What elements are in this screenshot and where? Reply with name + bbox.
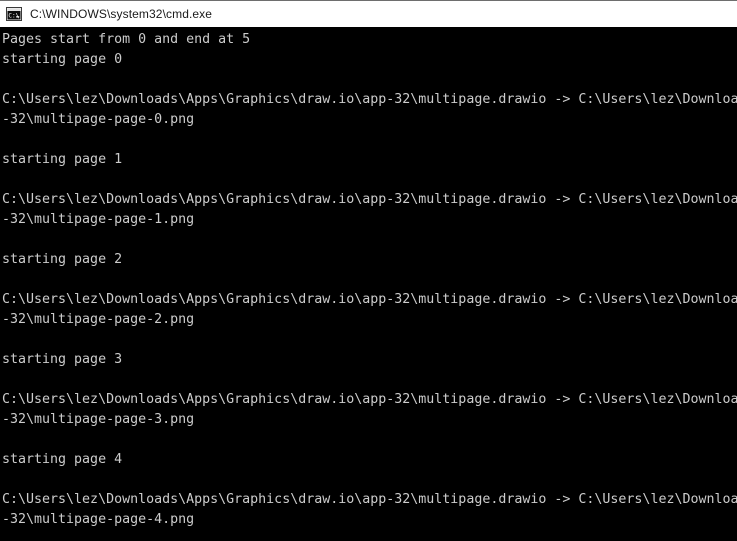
cmd-console-icon: C:\ [6,6,22,22]
svg-text:C:\: C:\ [8,12,19,19]
console-output-area[interactable]: Pages start from 0 and end at 5 starting… [0,28,737,541]
window-titlebar[interactable]: C:\ C:\WINDOWS\system32\cmd.exe [0,1,737,27]
window-title: C:\WINDOWS\system32\cmd.exe [30,7,213,21]
cmd-window: C:\ C:\WINDOWS\system32\cmd.exe Pages st… [0,0,737,541]
console-text: Pages start from 0 and end at 5 starting… [2,32,737,527]
